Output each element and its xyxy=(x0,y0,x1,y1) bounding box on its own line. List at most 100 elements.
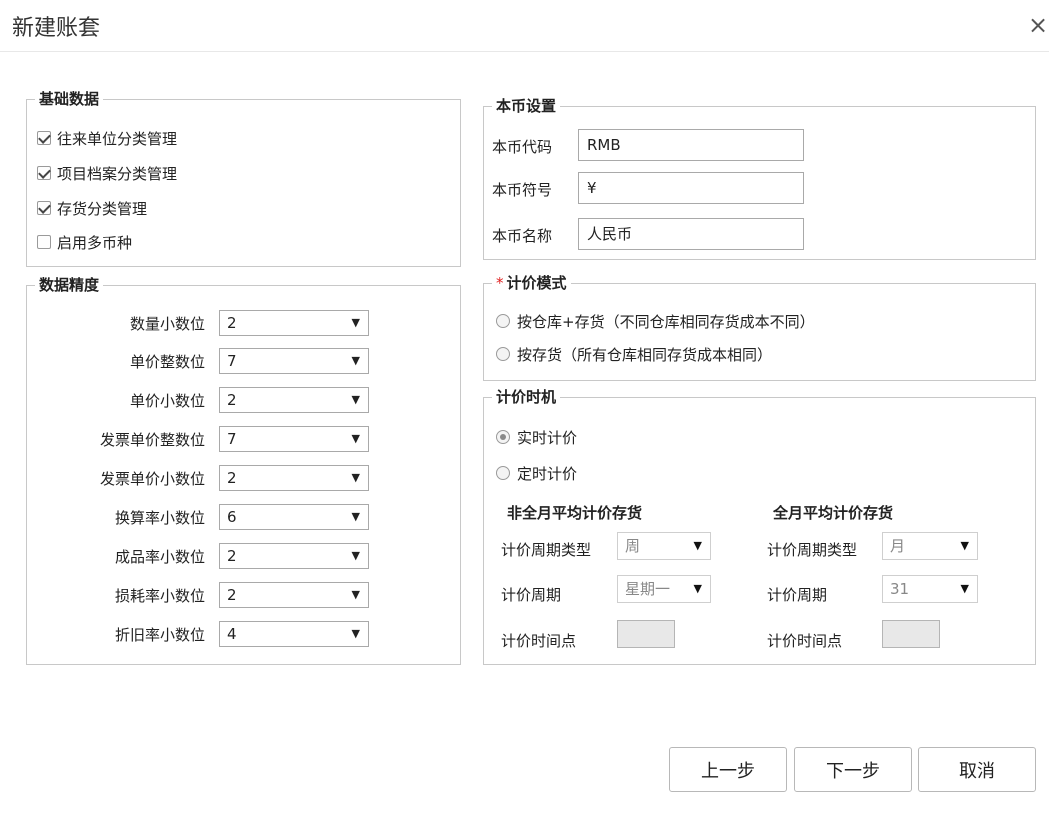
precision-row-invoice-price-decimals: 发票单价小数位 2 ▼ xyxy=(27,465,459,491)
radio-label: 按仓库+存货（不同仓库相同存货成本不同） xyxy=(517,312,815,331)
checkbox-project-archive-category[interactable]: 项目档案分类管理 xyxy=(37,162,177,184)
data-precision-group: 数据精度 数量小数位 2 ▼ 单价整数位 7 ▼ 单价小数位 2 ▼ 发票单价整数位 … xyxy=(26,276,461,665)
checkbox-label: 启用多币种 xyxy=(57,233,133,252)
non-full-period-select[interactable]: 星期一 ▼ xyxy=(617,575,711,603)
pricing-timing-legend: 计价时机 xyxy=(492,388,561,406)
dropdown-arrow-icon: ▼ xyxy=(351,316,360,329)
dropdown-arrow-icon: ▼ xyxy=(960,582,969,595)
dialog-title: 新建账套 xyxy=(12,16,101,41)
precision-row-qty-decimals: 数量小数位 2 ▼ xyxy=(27,310,459,336)
dropdown-arrow-icon: ▼ xyxy=(351,510,360,523)
precision-row-price-decimals: 单价小数位 2 ▼ xyxy=(27,387,459,413)
basic-data-group: 基础数据 往来单位分类管理 项目档案分类管理 存货分类管理 启用多币种 xyxy=(26,90,461,267)
radio-unselected-icon[interactable] xyxy=(496,314,510,328)
full-time-label: 计价时间点 xyxy=(767,632,843,650)
radio-label: 定时计价 xyxy=(517,464,578,483)
precision-label: 数量小数位 xyxy=(129,315,205,333)
precision-label: 单价小数位 xyxy=(129,392,205,410)
required-mark: * xyxy=(496,274,504,292)
currency-name-input[interactable]: 人民币 xyxy=(578,218,804,250)
dropdown-arrow-icon: ▼ xyxy=(693,582,702,595)
new-account-set-dialog: 新建账套 × 基础数据 往来单位分类管理 项目档案分类管理 存货分类管理 启用多… xyxy=(0,0,1049,834)
precision-label: 损耗率小数位 xyxy=(114,587,205,605)
precision-row-loss-decimals: 损耗率小数位 2 ▼ xyxy=(27,582,459,608)
radio-by-warehouse-and-inventory[interactable]: 按仓库+存货（不同仓库相同存货成本不同） xyxy=(496,310,815,332)
non-full-month-title: 非全月平均计价存货 xyxy=(507,504,643,522)
radio-by-inventory[interactable]: 按存货（所有仓库相同存货成本相同） xyxy=(496,343,772,365)
dropdown-arrow-icon: ▼ xyxy=(351,588,360,601)
precision-row-conversion-decimals: 换算率小数位 6 ▼ xyxy=(27,504,459,530)
full-month-title: 全月平均计价存货 xyxy=(773,504,894,522)
qty-decimals-select[interactable]: 2 ▼ xyxy=(219,310,369,336)
close-icon[interactable]: × xyxy=(1026,10,1049,40)
currency-code-input[interactable]: RMB xyxy=(578,129,804,161)
price-integer-select[interactable]: 7 ▼ xyxy=(219,348,369,374)
checkbox-inventory-category[interactable]: 存货分类管理 xyxy=(37,197,147,219)
precision-row-yield-decimals: 成品率小数位 2 ▼ xyxy=(27,543,459,569)
data-precision-legend: 数据精度 xyxy=(35,276,104,294)
checkbox-contact-unit-category[interactable]: 往来单位分类管理 xyxy=(37,127,177,149)
precision-row-price-integer: 单价整数位 7 ▼ xyxy=(27,348,459,374)
yield-decimals-select[interactable]: 2 ▼ xyxy=(219,543,369,569)
conversion-decimals-select[interactable]: 6 ▼ xyxy=(219,504,369,530)
full-period-select[interactable]: 31 ▼ xyxy=(882,575,978,603)
dialog-title-bar: 新建账套 × xyxy=(0,0,1049,52)
dropdown-arrow-icon: ▼ xyxy=(693,539,702,552)
radio-selected-icon[interactable] xyxy=(496,430,510,444)
non-full-time-label: 计价时间点 xyxy=(501,632,577,650)
dropdown-arrow-icon: ▼ xyxy=(351,393,360,406)
currency-code-label: 本币代码 xyxy=(492,138,553,156)
dropdown-arrow-icon: ▼ xyxy=(351,354,360,367)
checkbox-checked-icon[interactable] xyxy=(37,201,51,215)
pricing-timing-group: 计价时机 实时计价 定时计价 非全月平均计价存货 计价周期类型 周 ▼ 计价周期 … xyxy=(483,388,1036,665)
dropdown-arrow-icon: ▼ xyxy=(351,549,360,562)
radio-scheduled-pricing[interactable]: 定时计价 xyxy=(496,462,577,484)
depreciation-decimals-select[interactable]: 4 ▼ xyxy=(219,621,369,647)
checkbox-label: 往来单位分类管理 xyxy=(57,129,178,148)
cancel-button[interactable]: 取消 xyxy=(918,747,1036,792)
non-full-period-label: 计价周期 xyxy=(501,586,562,604)
next-step-button[interactable]: 下一步 xyxy=(794,747,912,792)
precision-row-depreciation-decimals: 折旧率小数位 4 ▼ xyxy=(27,621,459,647)
precision-label: 单价整数位 xyxy=(129,353,205,371)
radio-unselected-icon[interactable] xyxy=(496,466,510,480)
checkbox-unchecked-icon[interactable] xyxy=(37,235,51,249)
prev-step-button[interactable]: 上一步 xyxy=(669,747,787,792)
non-full-period-type-select[interactable]: 周 ▼ xyxy=(617,532,711,560)
full-time-input[interactable] xyxy=(882,620,940,648)
full-period-label: 计价周期 xyxy=(767,586,828,604)
pricing-mode-legend: * 计价模式 xyxy=(492,274,571,292)
radio-label: 实时计价 xyxy=(517,428,578,447)
currency-settings-group: 本币设置 本币代码 RMB 本币符号 ¥ 本币名称 人民币 xyxy=(483,97,1036,260)
basic-data-legend: 基础数据 xyxy=(35,90,104,108)
currency-symbol-label: 本币符号 xyxy=(492,181,553,199)
dropdown-arrow-icon: ▼ xyxy=(351,627,360,640)
precision-label: 折旧率小数位 xyxy=(114,626,205,644)
price-decimals-select[interactable]: 2 ▼ xyxy=(219,387,369,413)
checkbox-label: 项目档案分类管理 xyxy=(57,164,178,183)
pricing-mode-group: * 计价模式 按仓库+存货（不同仓库相同存货成本不同） 按存货（所有仓库相同存货成… xyxy=(483,274,1036,381)
non-full-time-input[interactable] xyxy=(617,620,675,648)
radio-realtime-pricing[interactable]: 实时计价 xyxy=(496,426,577,448)
checkbox-multi-currency[interactable]: 启用多币种 xyxy=(37,231,132,253)
dropdown-arrow-icon: ▼ xyxy=(351,432,360,445)
radio-unselected-icon[interactable] xyxy=(496,347,510,361)
dropdown-arrow-icon: ▼ xyxy=(960,539,969,552)
checkbox-checked-icon[interactable] xyxy=(37,166,51,180)
precision-label: 发票单价小数位 xyxy=(99,470,205,488)
dropdown-arrow-icon: ▼ xyxy=(351,471,360,484)
precision-row-invoice-price-integer: 发票单价整数位 7 ▼ xyxy=(27,426,459,452)
full-period-type-select[interactable]: 月 ▼ xyxy=(882,532,978,560)
invoice-price-decimals-select[interactable]: 2 ▼ xyxy=(219,465,369,491)
currency-symbol-input[interactable]: ¥ xyxy=(578,172,804,204)
full-period-type-label: 计价周期类型 xyxy=(767,541,858,559)
currency-name-label: 本币名称 xyxy=(492,227,553,245)
checkbox-label: 存货分类管理 xyxy=(57,199,148,218)
precision-label: 发票单价整数位 xyxy=(99,431,205,449)
non-full-period-type-label: 计价周期类型 xyxy=(501,541,592,559)
checkbox-checked-icon[interactable] xyxy=(37,131,51,145)
loss-decimals-select[interactable]: 2 ▼ xyxy=(219,582,369,608)
invoice-price-integer-select[interactable]: 7 ▼ xyxy=(219,426,369,452)
precision-label: 换算率小数位 xyxy=(114,509,205,527)
precision-label: 成品率小数位 xyxy=(114,548,205,566)
